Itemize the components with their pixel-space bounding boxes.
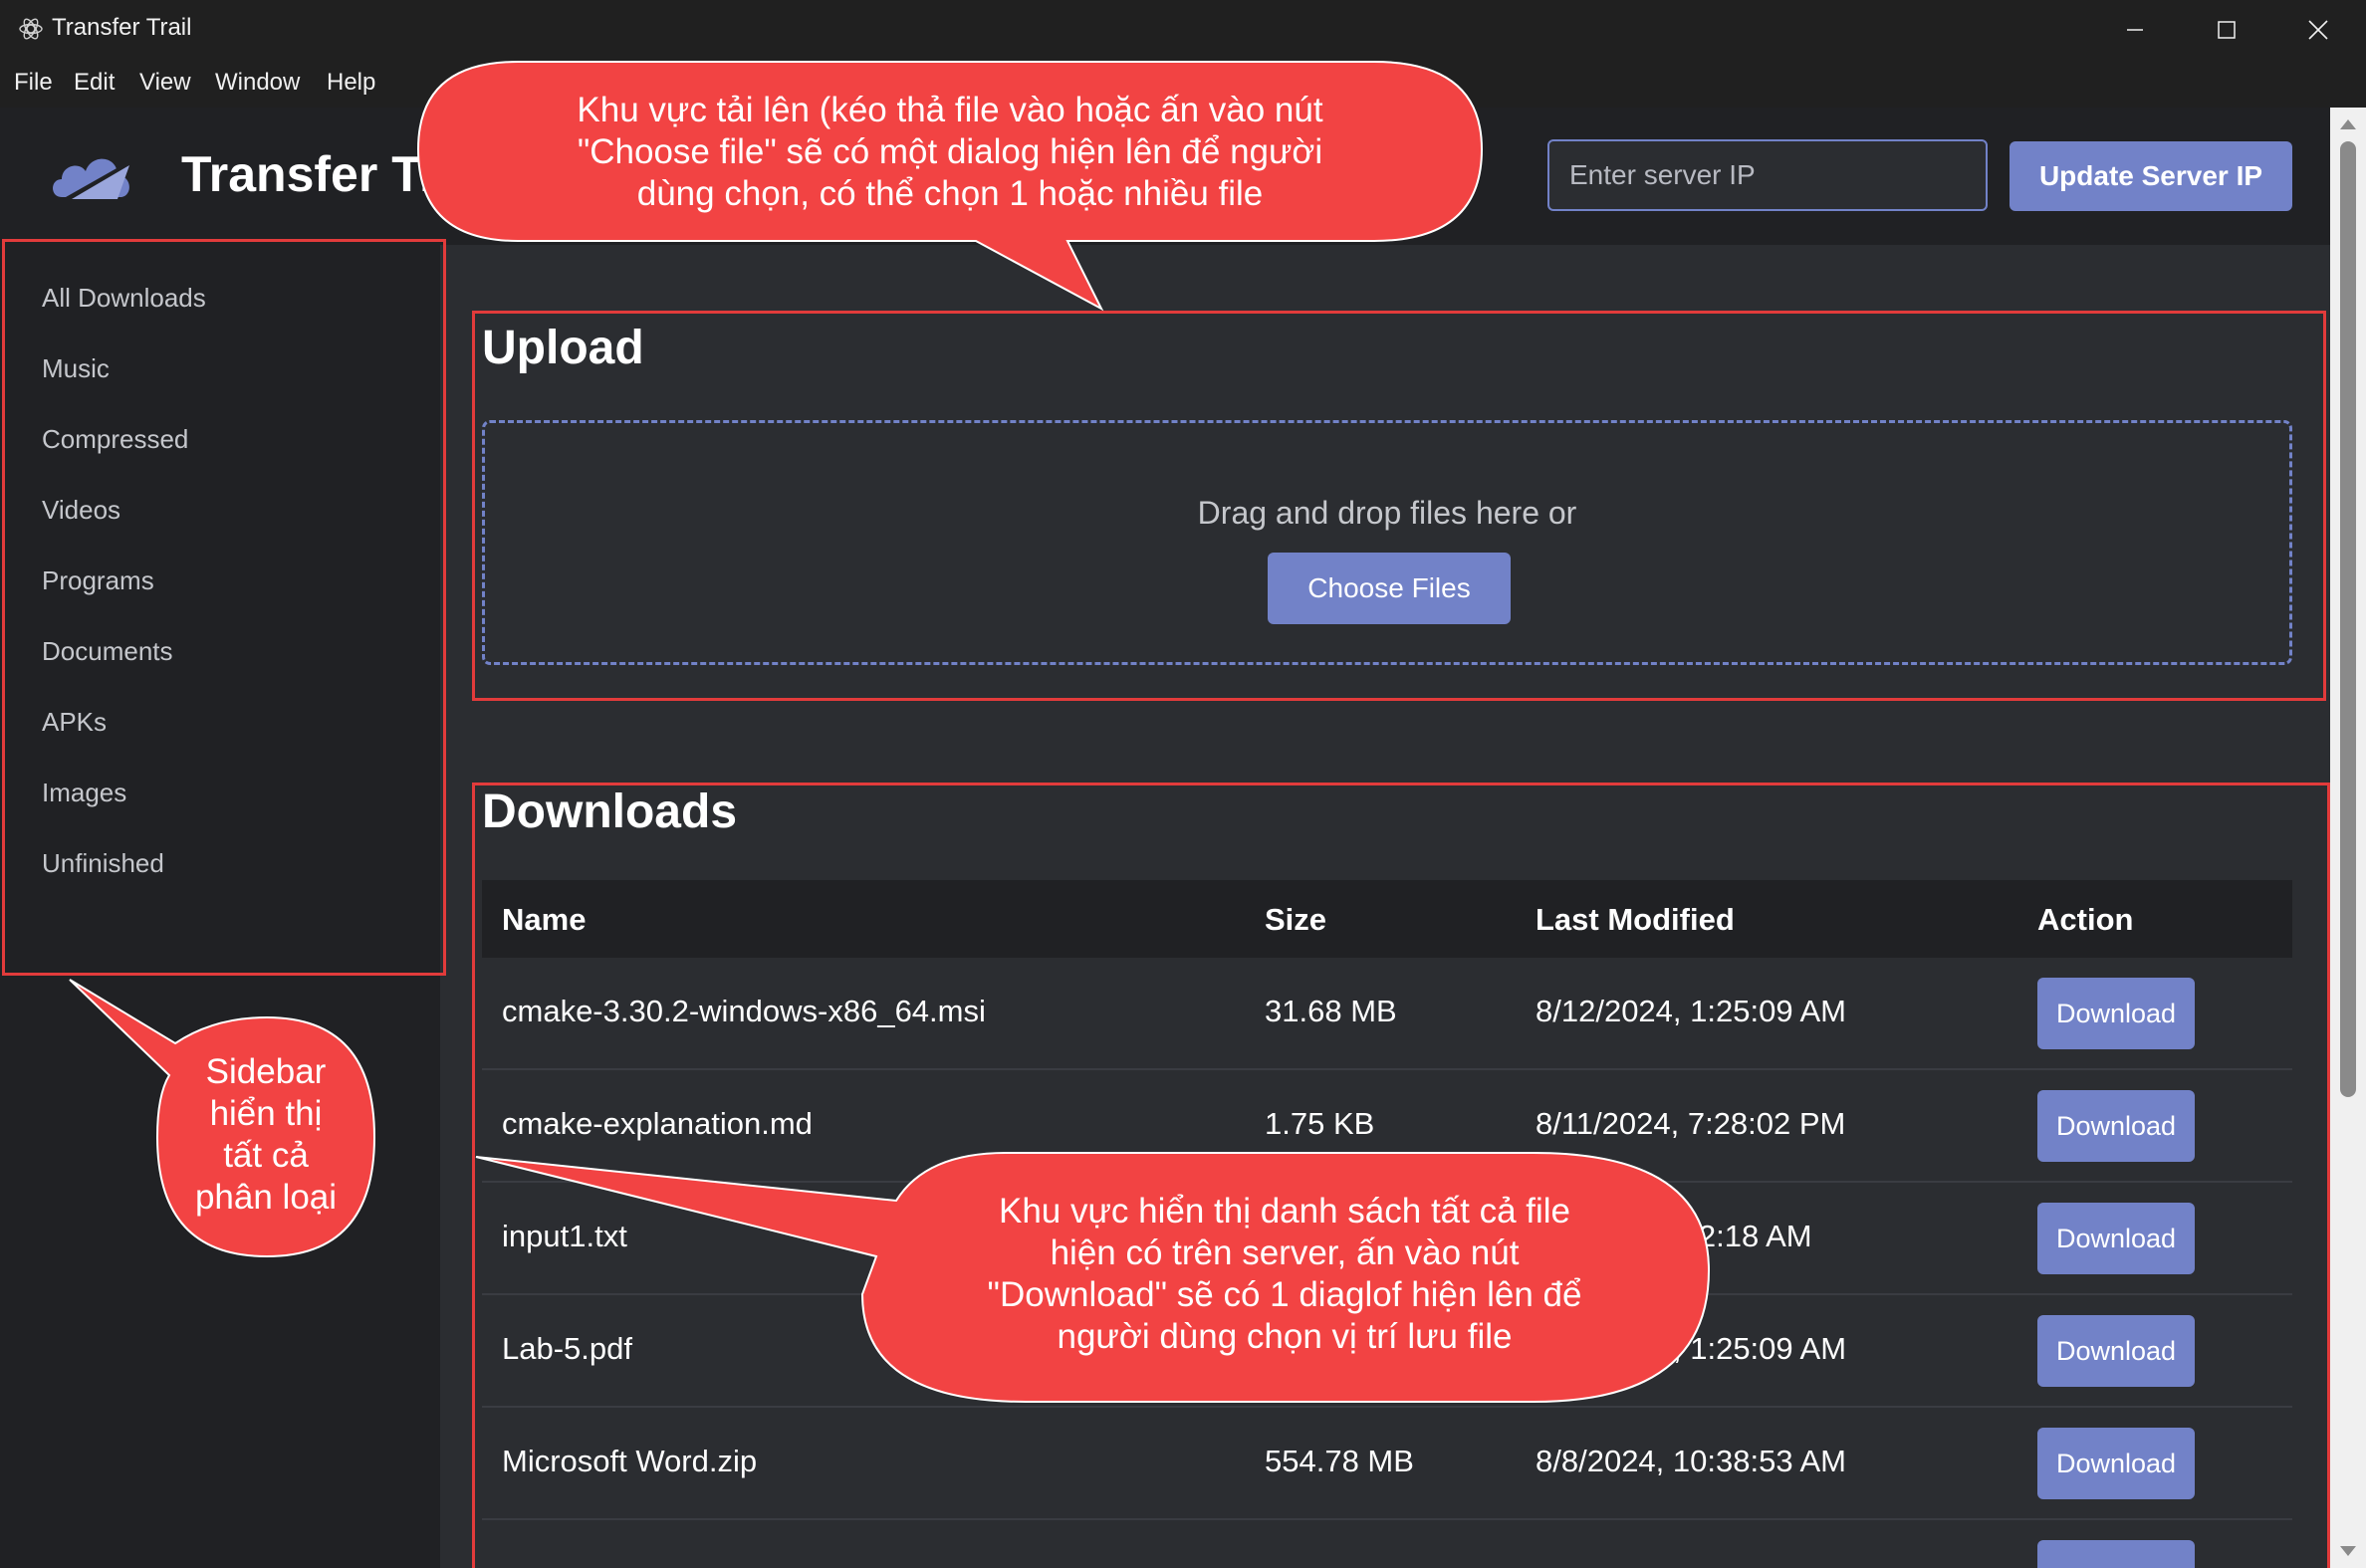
column-action: Action	[2037, 902, 2134, 937]
choose-files-button[interactable]: Choose Files	[1268, 553, 1511, 624]
menu-view[interactable]: View	[135, 69, 195, 97]
table-row-partial	[482, 1520, 2292, 1568]
download-button[interactable]: Download	[2037, 1203, 2195, 1274]
minimize-icon	[2127, 29, 2143, 31]
column-size: Size	[1265, 902, 1327, 937]
drop-instructions: Drag and drop files here or	[1197, 495, 1577, 531]
scroll-up-icon[interactable]	[2340, 119, 2356, 129]
close-icon	[2308, 20, 2328, 40]
file-name: cmake-explanation.md	[502, 1106, 813, 1141]
table-row: cmake-explanation.md 1.75 KB 8/11/2024, …	[482, 1070, 2292, 1183]
menu-file[interactable]: File	[10, 69, 57, 97]
table-row: cmake-3.30.2-windows-x86_64.msi 31.68 MB…	[482, 958, 2292, 1070]
scroll-thumb[interactable]	[2340, 141, 2356, 1097]
maximize-button[interactable]	[2181, 0, 2272, 60]
downloads-annotation: Khu vực hiển thị danh sách tất cả file h…	[987, 1192, 1582, 1356]
download-button[interactable]: Download	[2037, 1315, 2195, 1387]
window-title: Transfer Trail	[52, 14, 192, 41]
maximize-icon	[2218, 21, 2236, 39]
column-last-modified: Last Modified	[1536, 902, 1735, 937]
sidebar-annotation: Sidebar hiển thị tất cả phân loại	[194, 1052, 338, 1217]
server-ip-input[interactable]	[1547, 139, 1988, 211]
close-button[interactable]	[2272, 0, 2364, 60]
file-size: 554.78 MB	[1265, 1444, 1414, 1478]
minimize-button[interactable]	[2089, 0, 2181, 60]
upload-annotation: Khu vực tải lên (kéo thả file vào hoặc ấ…	[577, 91, 1323, 213]
table-row: Microsoft Word.zip 554.78 MB 8/8/2024, 1…	[482, 1408, 2292, 1520]
upload-title: Upload	[482, 322, 644, 374]
file-modified: 8/11/2024, 7:28:02 PM	[1536, 1106, 1846, 1141]
app-icon	[19, 18, 43, 40]
download-button[interactable]: Download	[2037, 978, 2195, 1049]
download-button[interactable]: Download	[2037, 1090, 2195, 1162]
upload-dropzone[interactable]: Drag and drop files here or Choose Files	[482, 420, 2292, 665]
title-bar: Transfer Trail	[0, 0, 2366, 60]
column-name: Name	[502, 902, 587, 937]
file-name: cmake-3.30.2-windows-x86_64.msi	[502, 994, 986, 1028]
menu-window[interactable]: Window	[211, 69, 304, 97]
file-name: Lab-5.pdf	[502, 1331, 632, 1366]
cloud-logo-icon	[53, 158, 129, 199]
file-modified: 8/8/2024, 10:38:53 AM	[1536, 1444, 1846, 1478]
file-modified: , 1:25:09 AM	[1673, 1331, 1847, 1366]
file-size: 31.68 MB	[1265, 994, 1397, 1028]
vertical-scrollbar[interactable]	[2330, 108, 2366, 1568]
downloads-table-header: Name Size Last Modified Action	[482, 880, 2292, 958]
menu-edit[interactable]: Edit	[70, 69, 118, 97]
download-button[interactable]: Download	[2037, 1428, 2195, 1499]
file-name: input1.txt	[502, 1219, 627, 1253]
file-name: Microsoft Word.zip	[502, 1444, 758, 1478]
file-modified: 8/12/2024, 1:25:09 AM	[1536, 994, 1846, 1028]
update-server-ip-button[interactable]: Update Server IP	[2010, 141, 2292, 211]
downloads-title: Downloads	[482, 785, 738, 838]
sidebar-highlight-box	[2, 239, 446, 976]
scroll-down-icon[interactable]	[2340, 1546, 2356, 1556]
file-size: 1.75 KB	[1265, 1106, 1375, 1141]
file-modified: :52:18 AM	[1673, 1219, 1812, 1253]
menu-help[interactable]: Help	[323, 69, 379, 97]
download-button-partial[interactable]	[2037, 1540, 2195, 1568]
